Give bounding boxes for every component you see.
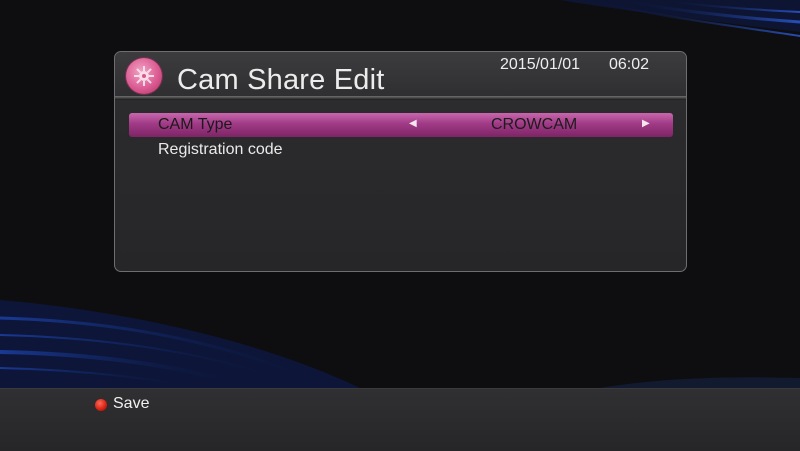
page-title: Cam Share Edit bbox=[177, 64, 385, 96]
gear-icon bbox=[126, 58, 162, 94]
registration-code-row[interactable]: Registration code bbox=[129, 138, 673, 162]
save-button[interactable]: Save bbox=[113, 395, 149, 413]
date-display: 2015/01/01 bbox=[500, 56, 581, 73]
cam-type-row[interactable]: CAM Type ◀ CROWCAM ▶ bbox=[129, 113, 673, 137]
cam-share-edit-panel: Cam Share Edit 2015/01/01 06:02 CAM Type… bbox=[114, 51, 687, 272]
cam-type-value: CROWCAM bbox=[491, 116, 578, 133]
arrow-left-icon[interactable]: ◀ bbox=[409, 118, 417, 129]
footer-bar: Save bbox=[0, 388, 800, 451]
arrow-right-icon[interactable]: ▶ bbox=[642, 118, 650, 129]
registration-code-label: Registration code bbox=[158, 141, 283, 158]
cam-type-label: CAM Type bbox=[158, 116, 233, 133]
red-button-icon bbox=[95, 399, 107, 411]
header-divider bbox=[115, 96, 686, 100]
time-display: 06:02 bbox=[609, 56, 650, 73]
panel-header: Cam Share Edit 2015/01/01 06:02 bbox=[115, 52, 686, 100]
